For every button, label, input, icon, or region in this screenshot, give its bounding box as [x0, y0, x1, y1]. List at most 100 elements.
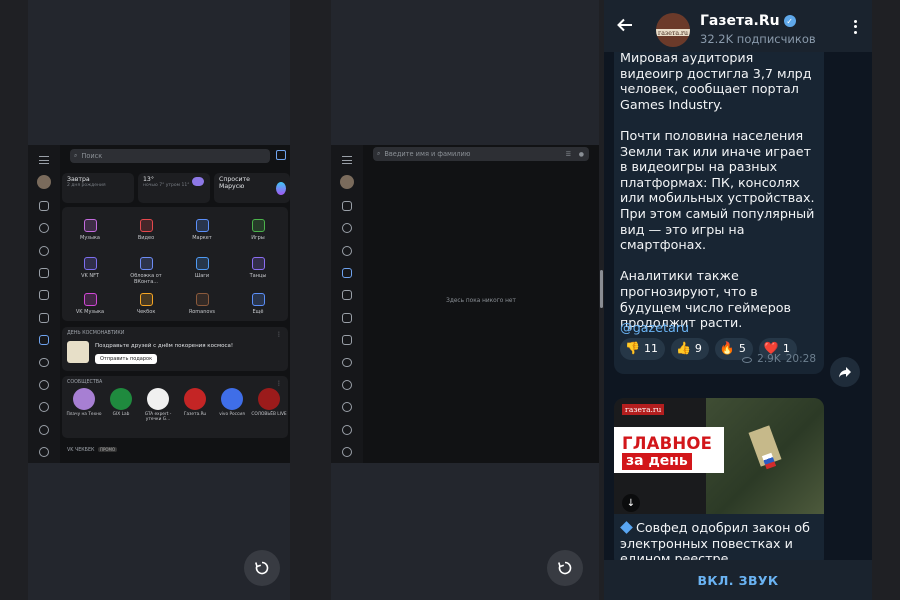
reaction-chip[interactable]: 👍 9 — [670, 338, 709, 360]
widget-tomorrow-title: Завтра — [67, 176, 90, 183]
rotate-button[interactable] — [244, 550, 280, 586]
post-image[interactable]: газета.ru ГЛАВНОЕ за день ↓ — [614, 398, 824, 514]
recent-app-card-vk-friends[interactable]: ⌕ Введите имя и фамилию ☰ ● Здесь пока н… — [331, 0, 599, 600]
settings-icon[interactable] — [39, 446, 49, 457]
clips-icon[interactable] — [39, 379, 49, 390]
photos-icon[interactable] — [39, 312, 49, 323]
app-tile[interactable]: Танцы — [230, 257, 286, 279]
video-icon[interactable] — [342, 357, 352, 368]
back-button[interactable] — [616, 16, 634, 38]
vk-checkback-block: VK ЧЕКБЕК ПРОМО — [62, 443, 288, 457]
emoji-icon[interactable] — [39, 402, 49, 413]
video-icon[interactable] — [39, 357, 49, 368]
rotate-icon — [255, 561, 269, 575]
news-icon[interactable] — [342, 201, 352, 212]
search-icon[interactable] — [39, 245, 49, 256]
rotate-button[interactable] — [547, 550, 583, 586]
download-icon[interactable]: ↓ — [622, 494, 640, 512]
search-icon[interactable] — [342, 245, 352, 256]
app-tile[interactable]: Чекбок — [118, 293, 174, 315]
message-bubble-next: газета.ru ГЛАВНОЕ за день ↓ Совфед одобр… — [614, 398, 824, 560]
more-menu-button[interactable] — [854, 20, 858, 36]
news-icon[interactable] — [39, 201, 49, 212]
app-icon — [83, 219, 97, 232]
channel-name: Газета.Ru — [700, 13, 780, 29]
app-icon — [139, 219, 153, 232]
channel-tag-link[interactable]: @gazetaru — [620, 320, 689, 336]
messages-icon[interactable] — [342, 223, 352, 234]
avatar[interactable] — [340, 174, 354, 189]
community-item[interactable]: СОЛОВЬЁВ LIVE — [251, 388, 287, 417]
target-icon[interactable] — [342, 424, 352, 435]
search-input[interactable]: ⌕ Поиск — [70, 149, 270, 163]
space-text: Поздравьте друзей с днём покорения космо… — [95, 343, 234, 349]
communities-icon[interactable] — [342, 290, 352, 301]
promo-badge: ПРОМО — [97, 447, 118, 452]
more-icon[interactable]: ⋮ — [276, 331, 282, 338]
reaction-emoji: 👎 — [625, 341, 640, 356]
app-label: Ещё — [252, 309, 264, 315]
friends-icon[interactable] — [39, 268, 49, 279]
app-tile[interactable]: Ещё — [230, 293, 286, 315]
channel-avatar[interactable]: газета.ru — [656, 13, 690, 47]
vk-services-main: ⌕ Поиск Завтра 2 дня рождения 13° ночью … — [60, 145, 290, 463]
settings-icon[interactable] — [342, 446, 352, 457]
widget-tomorrow[interactable]: Завтра 2 дня рождения — [62, 173, 134, 203]
community-item[interactable]: GIX Lab — [103, 388, 139, 417]
community-item[interactable]: Плачу на Техно — [66, 388, 102, 417]
filter-icon[interactable]: ☰ — [566, 151, 571, 158]
communities-icon[interactable] — [39, 290, 49, 301]
community-item[interactable]: Газета.Ru — [177, 388, 213, 417]
photos-icon[interactable] — [342, 312, 352, 323]
menu-icon[interactable] — [39, 156, 49, 164]
reaction-chip[interactable]: 👎 11 — [620, 338, 665, 360]
menu-icon[interactable] — [342, 156, 352, 164]
community-avatar — [184, 388, 206, 410]
widget-weather[interactable]: 13° ночью 7° утром 11° — [138, 173, 210, 203]
app-icon — [139, 293, 153, 306]
qr-scan-icon[interactable] — [276, 150, 286, 160]
verified-icon: ✓ — [783, 15, 796, 27]
app-tile[interactable]: Игры — [230, 219, 286, 241]
clips-icon[interactable] — [342, 379, 352, 390]
messages-icon[interactable] — [39, 223, 49, 234]
app-tile[interactable]: VK NFT — [62, 257, 118, 279]
app-icon — [139, 257, 153, 270]
community-item[interactable]: GTA expert - утечки G... — [140, 388, 176, 422]
section-caption: VK ЧЕКБЕК — [67, 448, 95, 453]
send-gift-button[interactable]: Отправить подарок — [95, 354, 158, 364]
share-button[interactable] — [830, 357, 860, 387]
app-tile[interactable]: Обложка от ВКонта... — [118, 257, 174, 285]
widget-marusia[interactable]: Спросите Марусю — [214, 173, 290, 203]
emoji-icon[interactable] — [342, 402, 352, 413]
app-label: Шаги — [194, 273, 210, 279]
widgets-row: Завтра 2 дня рождения 13° ночью 7° утром… — [60, 173, 290, 203]
microphone-icon[interactable]: ● — [579, 151, 584, 158]
services-icon[interactable] — [342, 335, 352, 346]
app-tile[interactable]: Шаги — [174, 257, 230, 279]
recent-app-card-vk-services[interactable]: ⌕ Поиск Завтра 2 дня рождения 13° ночью … — [28, 0, 290, 600]
app-label: Музыка — [80, 235, 100, 241]
recent-app-card-telegram[interactable]: газета.ru Газета.Ru ✓ 32.2K подписчиков … — [604, 0, 872, 600]
app-tile[interactable]: Romanovs — [174, 293, 230, 315]
split-divider-handle[interactable] — [600, 270, 603, 308]
app-tile[interactable]: VK Музыка — [62, 293, 118, 315]
target-icon[interactable] — [39, 424, 49, 435]
cosmonautics-day-block: ДЕНЬ КОСМОНАВТИКИ ⋮ Поздравьте друзей с … — [62, 327, 288, 371]
community-item[interactable]: vivo Россия — [214, 388, 250, 417]
name-search-input[interactable]: ⌕ Введите имя и фамилию ☰ ● — [373, 147, 589, 161]
community-label: СОЛОВЬЁВ LIVE — [251, 412, 287, 417]
unmute-button[interactable]: ВКЛ. ЗВУК — [604, 560, 872, 600]
app-tile[interactable]: Музыка — [62, 219, 118, 241]
reaction-emoji: 🔥 — [719, 341, 735, 356]
cloud-moon-icon — [192, 177, 204, 186]
channel-title[interactable]: Газета.Ru ✓ — [700, 13, 796, 29]
services-icon[interactable] — [39, 335, 49, 346]
friends-icon[interactable] — [342, 268, 352, 279]
avatar[interactable] — [37, 174, 51, 189]
message-paragraph: Почти половина населения Земли так или и… — [620, 127, 815, 253]
app-tile[interactable]: Видео — [118, 219, 174, 241]
app-tile[interactable]: Маркет — [174, 219, 230, 241]
more-icon[interactable]: ⋮ — [276, 380, 282, 387]
arrow-left-icon — [617, 18, 632, 32]
